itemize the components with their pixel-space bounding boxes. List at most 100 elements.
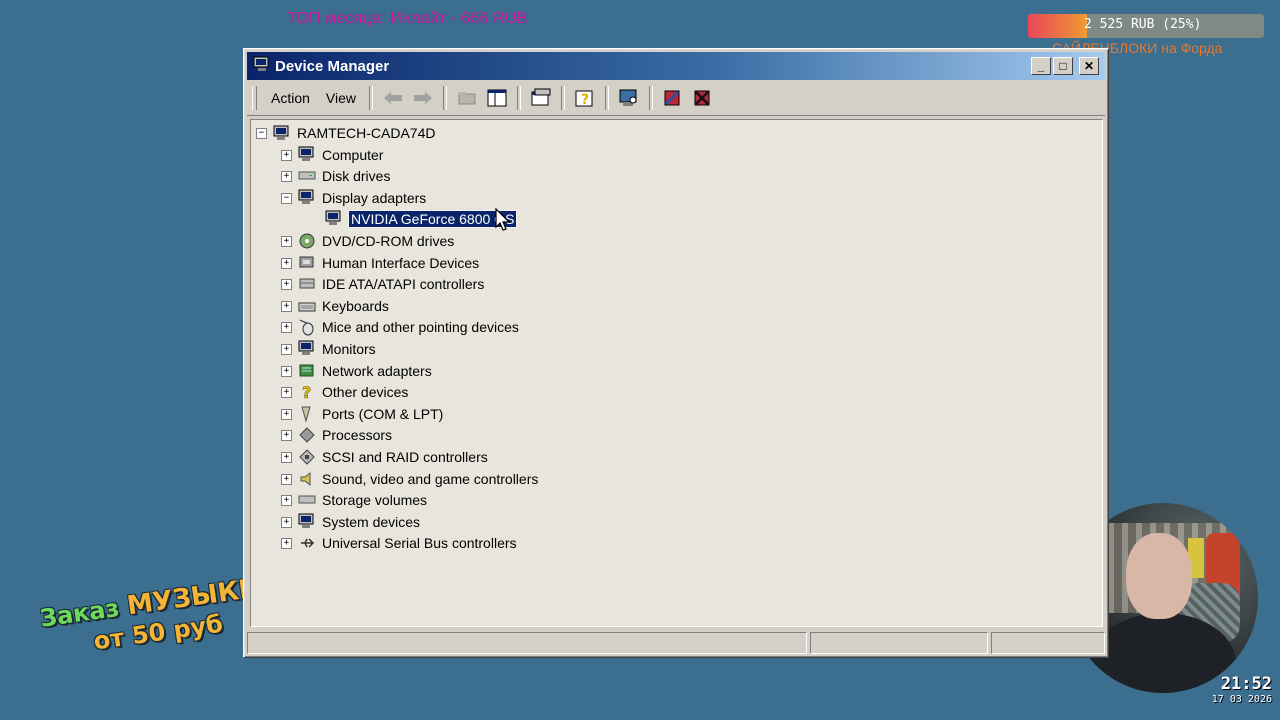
donation-goal-bar: 2 525 RUB (25%) xyxy=(1028,14,1264,38)
device-manager-window: Device Manager _ □ ✕ Action View ? − RAM… xyxy=(243,48,1109,658)
tree-category[interactable]: + IDE ATA/ATAPI controllers xyxy=(281,274,484,294)
category-label: Computer xyxy=(322,147,384,163)
tree-category[interactable]: + Network adapters xyxy=(281,361,432,381)
expand-toggle-icon[interactable]: + xyxy=(281,365,292,377)
disk-drive-icon xyxy=(298,167,316,185)
update-driver-button[interactable] xyxy=(660,86,686,110)
close-icon: ✕ xyxy=(1083,59,1095,73)
category-label: Mice and other pointing devices xyxy=(322,319,519,335)
usb-icon xyxy=(298,534,316,552)
mouse-cursor-icon xyxy=(495,207,511,237)
tree-category[interactable]: + Computer xyxy=(281,145,383,165)
selected-device-label: NVIDIA GeForce 6800 GS xyxy=(347,210,518,228)
svg-text:?: ? xyxy=(302,383,311,401)
collapse-toggle-icon[interactable]: − xyxy=(256,127,267,139)
tree-category[interactable]: + Mice and other pointing devices xyxy=(281,317,519,337)
scsi-icon xyxy=(298,448,316,466)
expand-toggle-icon[interactable]: + xyxy=(281,451,292,463)
hid-icon xyxy=(298,254,316,272)
top-donor-banner: ТОП месяца: Инлайт - 666 RUB xyxy=(287,10,528,27)
close-button[interactable]: ✕ xyxy=(1079,57,1099,75)
port-icon xyxy=(298,405,316,423)
show-hide-tree-button[interactable] xyxy=(484,86,510,110)
expand-toggle-icon[interactable]: + xyxy=(281,494,292,506)
scan-hardware-button[interactable] xyxy=(616,86,642,110)
monitor-icon xyxy=(298,340,316,358)
expand-toggle-icon[interactable]: + xyxy=(281,235,292,247)
toolbar-separator xyxy=(369,86,374,110)
tree-category[interactable]: + Keyboards xyxy=(281,296,389,316)
donation-goal-fill xyxy=(1028,14,1087,38)
help-icon: ? xyxy=(575,90,593,108)
expand-toggle-icon[interactable]: + xyxy=(281,300,292,312)
toolbar-grip[interactable] xyxy=(252,86,257,110)
maximize-button[interactable]: □ xyxy=(1053,57,1073,75)
device-manager-icon xyxy=(253,55,271,78)
uninstall-button[interactable] xyxy=(690,86,716,110)
expand-toggle-icon[interactable]: + xyxy=(281,386,292,398)
up-one-level-button[interactable] xyxy=(454,86,480,110)
cdrom-icon xyxy=(298,232,316,250)
category-label: SCSI and RAID controllers xyxy=(322,449,488,465)
maximize-icon: □ xyxy=(1059,59,1067,73)
expand-toggle-icon[interactable]: + xyxy=(281,321,292,333)
action-menu[interactable]: Action xyxy=(263,86,318,110)
tree-root[interactable]: − RAMTECH-CADA74D xyxy=(256,123,435,143)
category-label: System devices xyxy=(322,514,421,530)
expand-toggle-icon[interactable]: + xyxy=(281,429,292,441)
minimize-button[interactable]: _ xyxy=(1031,57,1051,75)
tree-category[interactable]: − Display adapters xyxy=(281,188,426,208)
tree-category[interactable]: + System devices xyxy=(281,512,420,532)
category-label: Other devices xyxy=(322,384,409,400)
category-label: Processors xyxy=(322,427,393,443)
expand-toggle-icon[interactable]: + xyxy=(281,170,292,182)
tree-category[interactable]: + DVD/CD-ROM drives xyxy=(281,231,454,251)
category-label: Disk drives xyxy=(322,168,391,184)
properties-button[interactable] xyxy=(528,86,554,110)
sound-icon xyxy=(298,470,316,488)
status-bar xyxy=(247,632,1105,654)
expand-toggle-icon[interactable]: + xyxy=(281,516,292,528)
expand-toggle-icon[interactable]: + xyxy=(281,257,292,269)
toolbar-separator xyxy=(517,86,522,110)
device-item-selected[interactable]: NVIDIA GeForce 6800 GS xyxy=(325,209,518,229)
tree-category[interactable]: + Storage volumes xyxy=(281,490,427,510)
category-label: Keyboards xyxy=(322,298,389,314)
expand-toggle-icon[interactable]: + xyxy=(281,408,292,420)
help-button[interactable]: ? xyxy=(572,86,598,110)
device-tree-pane: − RAMTECH-CADA74D + Computer + Disk drives −… xyxy=(250,119,1103,627)
ide-controller-icon xyxy=(298,275,316,293)
title-bar[interactable]: Device Manager _ □ ✕ xyxy=(247,52,1105,80)
category-label: DVD/CD-ROM drives xyxy=(322,233,455,249)
tree-category[interactable]: + Monitors xyxy=(281,339,376,359)
expand-toggle-icon[interactable]: + xyxy=(281,149,292,161)
minimize-icon: _ xyxy=(1037,59,1045,73)
category-label: IDE ATA/ATAPI controllers xyxy=(322,276,485,292)
back-arrow-icon xyxy=(384,92,403,104)
computer-root-icon xyxy=(273,124,291,142)
collapse-toggle-icon[interactable]: − xyxy=(281,192,292,204)
back-button[interactable] xyxy=(380,86,406,110)
system-icon xyxy=(298,513,316,531)
tree-category[interactable]: +? Other devices xyxy=(281,382,408,402)
tree-category[interactable]: + Human Interface Devices xyxy=(281,253,479,273)
category-label: Network adapters xyxy=(322,363,432,379)
expand-toggle-icon[interactable]: + xyxy=(281,278,292,290)
properties-icon xyxy=(531,88,551,106)
expand-toggle-icon[interactable]: + xyxy=(281,537,292,549)
uninstall-icon xyxy=(694,90,710,106)
tree-category[interactable]: + Processors xyxy=(281,425,392,445)
music-order-promo: Заказ МУЗЫКИ от 50 руб xyxy=(38,573,267,663)
tree-category[interactable]: + SCSI and RAID controllers xyxy=(281,447,488,467)
clock-time: 21:52 xyxy=(1220,674,1272,694)
forward-button[interactable] xyxy=(410,86,436,110)
expand-toggle-icon[interactable]: + xyxy=(281,343,292,355)
view-menu[interactable]: View xyxy=(318,86,364,110)
tree-category[interactable]: + Ports (COM & LPT) xyxy=(281,404,443,424)
expand-toggle-icon[interactable]: + xyxy=(281,473,292,485)
storage-icon xyxy=(298,491,316,509)
tree-category[interactable]: + Sound, video and game controllers xyxy=(281,469,538,489)
tree-category[interactable]: + Universal Serial Bus controllers xyxy=(281,533,517,553)
tree-category[interactable]: + Disk drives xyxy=(281,166,390,186)
category-label: Human Interface Devices xyxy=(322,255,480,271)
